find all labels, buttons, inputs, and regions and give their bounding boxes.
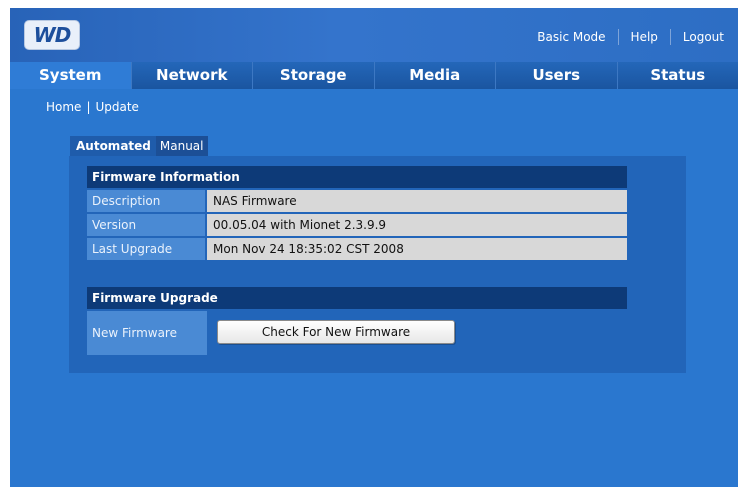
nav-tab-storage[interactable]: Storage	[253, 62, 375, 89]
subtab-automated[interactable]: Automated	[70, 136, 156, 157]
nav-tab-users[interactable]: Users	[496, 62, 618, 89]
check-for-new-firmware-button[interactable]: Check For New Firmware	[217, 320, 455, 344]
top-link-divider	[669, 29, 671, 45]
nav-tab-media[interactable]: Media	[374, 62, 496, 89]
header-bar: WD Basic Mode Help Logout	[10, 8, 738, 62]
nav-tab-system[interactable]: System	[10, 62, 132, 89]
new-firmware-label: New Firmware	[87, 311, 207, 355]
update-subtabs: Automated Manual	[70, 136, 208, 157]
row-value: 00.05.04 with Mionet 2.3.9.9	[207, 214, 627, 236]
row-label: Version	[87, 214, 207, 236]
breadcrumb-separator: |	[86, 100, 91, 114]
row-value: NAS Firmware	[207, 190, 627, 212]
nav-tab-network[interactable]: Network	[131, 62, 253, 89]
basic-mode-link[interactable]: Basic Mode	[537, 30, 605, 44]
top-link-divider	[617, 29, 619, 45]
firmware-row-last-upgrade: Last Upgrade Mon Nov 24 18:35:02 CST 200…	[87, 238, 627, 260]
row-label: Last Upgrade	[87, 238, 207, 260]
top-links: Basic Mode Help Logout	[537, 28, 724, 46]
row-label: Description	[87, 190, 207, 212]
firmware-upgrade-heading: Firmware Upgrade	[87, 287, 627, 309]
firmware-row-description: Description NAS Firmware	[87, 190, 627, 212]
nav-tab-status[interactable]: Status	[617, 62, 738, 89]
breadcrumb: Home | Update	[46, 100, 139, 114]
new-firmware-row: New Firmware Check For New Firmware	[87, 311, 627, 355]
subtab-manual[interactable]: Manual	[155, 136, 208, 157]
row-value: Mon Nov 24 18:35:02 CST 2008	[207, 238, 627, 260]
firmware-row-version: Version 00.05.04 with Mionet 2.3.9.9	[87, 214, 627, 236]
breadcrumb-home-link[interactable]: Home	[46, 100, 81, 114]
main-nav: System Network Storage Media Users Statu…	[10, 62, 738, 89]
firmware-information-heading: Firmware Information	[87, 166, 627, 188]
wd-logo: WD	[24, 20, 80, 50]
logout-link[interactable]: Logout	[683, 30, 724, 44]
help-link[interactable]: Help	[631, 30, 658, 44]
app-window: WD Basic Mode Help Logout System Network…	[10, 8, 738, 487]
update-panel: Firmware Information Description NAS Fir…	[69, 156, 686, 373]
breadcrumb-current: Update	[95, 100, 139, 114]
